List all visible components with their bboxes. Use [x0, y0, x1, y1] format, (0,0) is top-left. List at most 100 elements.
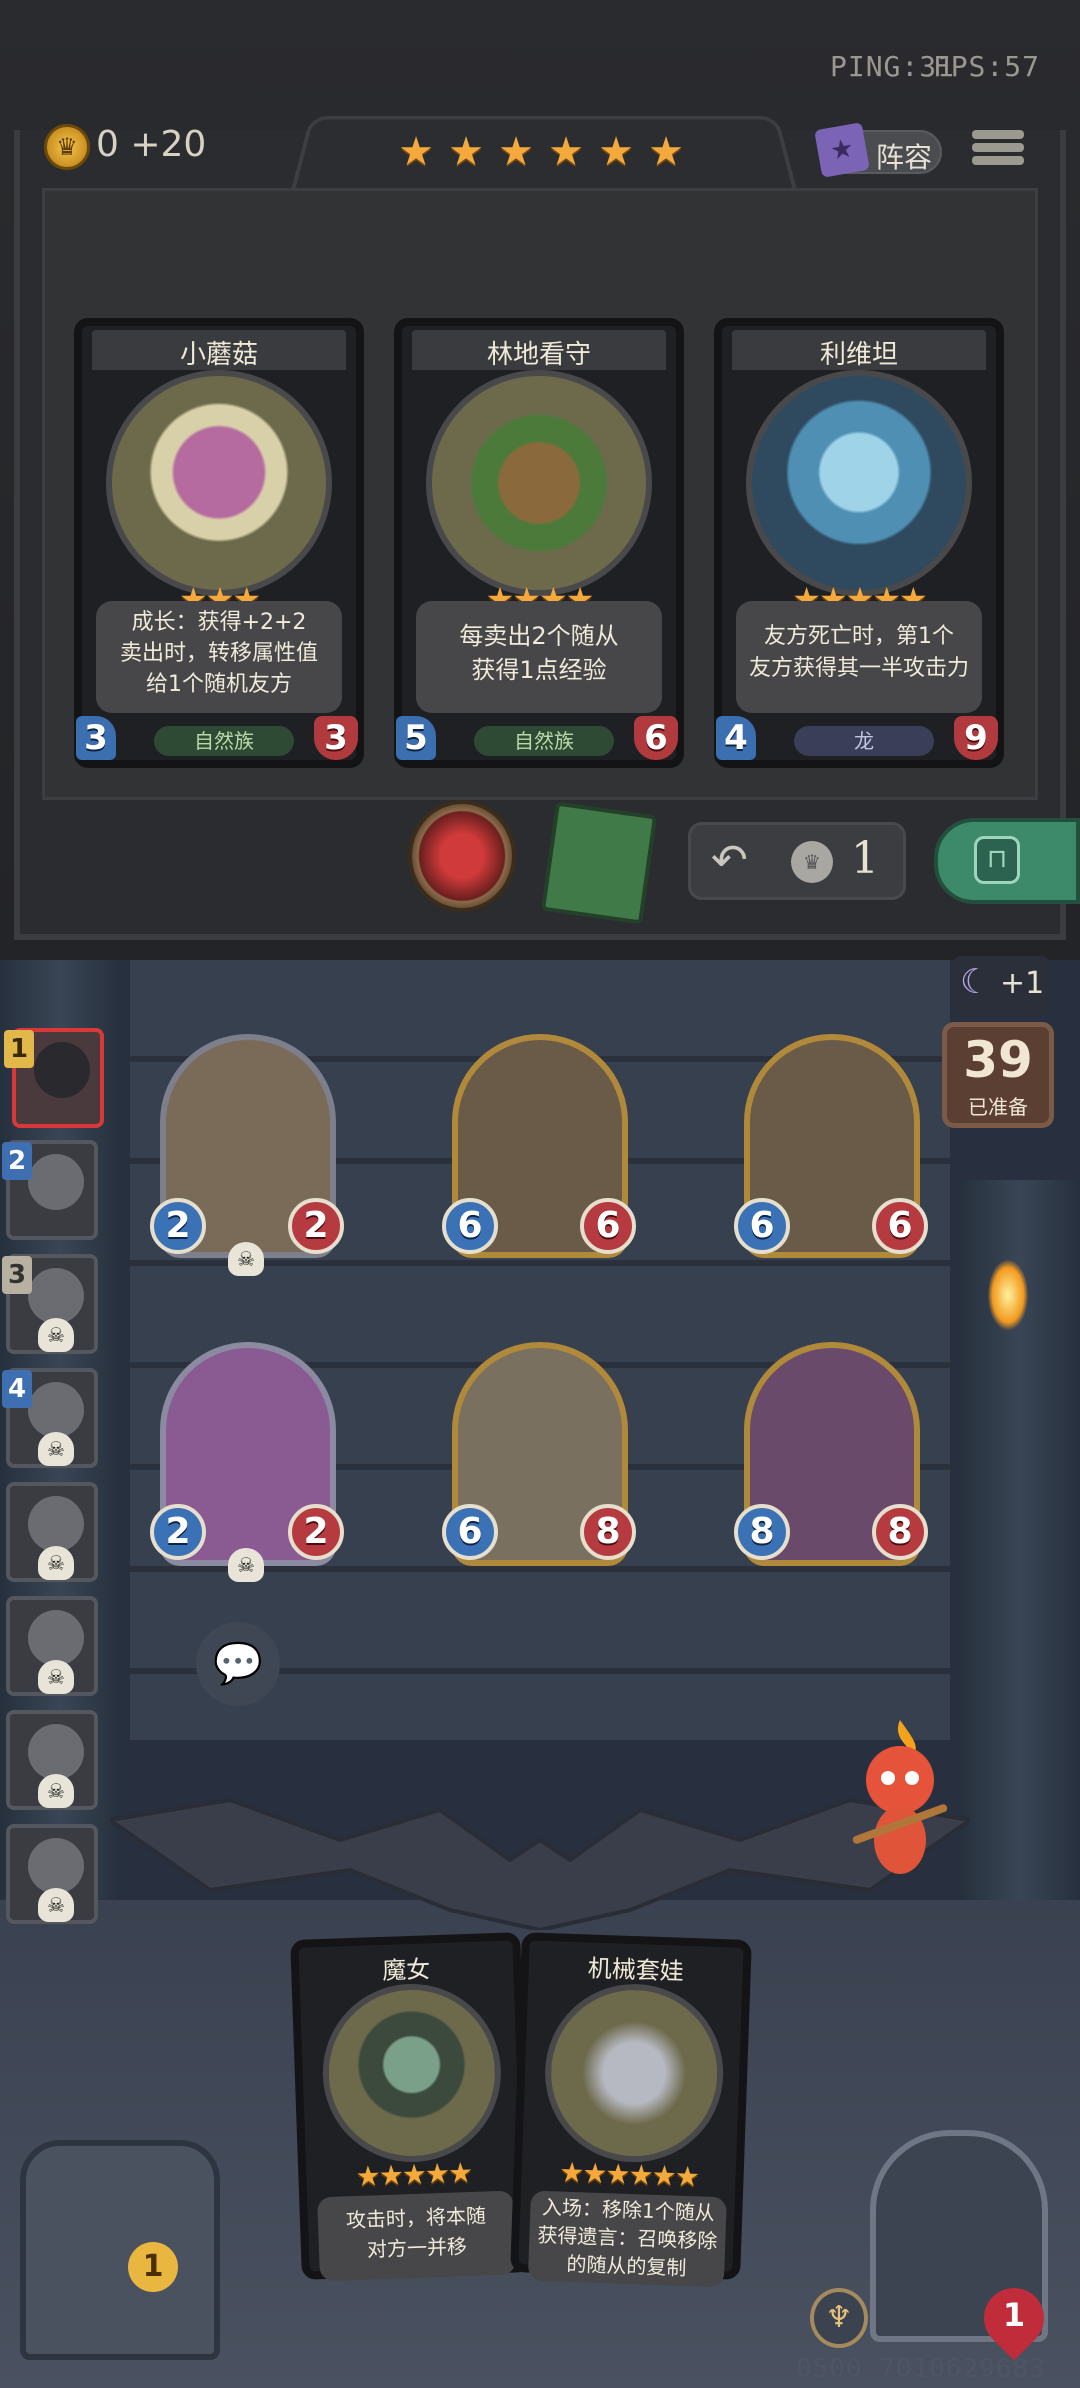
- card-desc-line: 卖出时，转移属性值: [119, 641, 318, 666]
- imp-mascot: [852, 1720, 948, 1874]
- card-stars: ★★★★★: [355, 2155, 472, 2193]
- skull-icon: ☠: [38, 1318, 74, 1352]
- minion-attack: 8: [734, 1504, 790, 1560]
- card-desc-line: 的随从的复制: [566, 2251, 687, 2281]
- card-name: 魔女: [381, 1955, 431, 1985]
- moon-bonus-value: +1: [1000, 966, 1045, 1001]
- roster-avatar: [28, 1268, 84, 1324]
- card-health: 3: [314, 716, 358, 760]
- mushroom-portrait: [106, 370, 332, 596]
- menu-bar: [972, 156, 1024, 165]
- shop-card-woodland-guard[interactable]: 林地看守 ★★★★ 每卖出2个随从 获得1点经验 5 自然族 6: [394, 318, 684, 768]
- minion-health: 8: [872, 1504, 928, 1560]
- tier-star-icon: ★: [498, 129, 534, 175]
- card-desc-line: 每卖出2个随从: [459, 622, 619, 650]
- moon-icon: ☾: [960, 962, 991, 1002]
- refresh-cost: 1: [851, 833, 879, 884]
- card-tribe: 自然族: [154, 726, 294, 756]
- roster-avatar: [28, 1838, 84, 1894]
- lineup-button[interactable]: ★ 阵容: [814, 122, 942, 178]
- silver-coin-icon: ♛: [791, 841, 833, 883]
- hero-power-button[interactable]: ♆: [810, 2288, 868, 2348]
- turn-timer: 39 已准备: [942, 1022, 1054, 1128]
- deathrattle-skull-icon: ☠: [228, 1242, 264, 1276]
- card-description-box: 成长：获得+2+2 卖出时，转移属性值 给1个随机友方: [96, 601, 342, 713]
- refresh-button[interactable]: ↶ ♛ 1: [688, 822, 906, 900]
- shop-card-mushroom[interactable]: 小蘑菇 ★★★ 成长：获得+2+2 卖出时，转移属性值 给1个随机友方 3 自然…: [74, 318, 364, 768]
- tier-star-icon: ★: [398, 129, 434, 175]
- minion-attack: 2: [150, 1504, 206, 1560]
- card-desc-line: 对方一并移: [366, 2234, 468, 2262]
- hand-card-witch[interactable]: 魔女 ★★★★★ 攻击时，将本随 对方一并移: [290, 1932, 532, 2282]
- turn-timer-value: 39: [963, 1031, 1033, 1089]
- card-desc-line: 成长：获得+2+2: [131, 610, 307, 635]
- card-description-box: 攻击时，将本随 对方一并移: [317, 2190, 516, 2282]
- menu-bar: [972, 130, 1024, 139]
- minion-health: 6: [872, 1198, 928, 1254]
- skull-icon: ☠: [38, 1546, 74, 1580]
- tier-star-icon: ★: [648, 129, 684, 175]
- roster-player-5[interactable]: ☠: [6, 1482, 98, 1582]
- leviathan-portrait: [746, 370, 972, 596]
- lock-shop-button[interactable]: ⊓: [934, 818, 1080, 904]
- card-description-box: 友方死亡时，第1个 友方获得其一半攻击力: [736, 601, 982, 713]
- roster-player-7[interactable]: ☠: [6, 1710, 98, 1810]
- card-desc-line: 友方死亡时，第1个: [764, 624, 954, 649]
- tier-star-icon: ★: [448, 129, 484, 175]
- roster-avatar: [28, 1496, 84, 1552]
- card-attack: 3: [76, 716, 116, 760]
- turn-timer-label: 已准备: [968, 1095, 1028, 1119]
- roster-rank-badge: 4: [2, 1370, 32, 1408]
- menu-bar: [972, 143, 1024, 152]
- lineup-label: 阵容: [876, 141, 933, 174]
- card-desc-line: 给1个随机友方: [146, 672, 292, 697]
- shop-card-leviathan[interactable]: 利维坦 ★★★★★ 友方死亡时，第1个 友方获得其一半攻击力 4 龙 9: [714, 318, 1004, 768]
- card-tribe: 龙: [794, 726, 934, 756]
- deathrattle-skull-icon: ☠: [228, 1548, 264, 1582]
- roster-player-8[interactable]: ☠: [6, 1824, 98, 1924]
- tier-star-icon: ★: [548, 129, 584, 175]
- refresh-arrow-icon: ↶: [711, 835, 748, 886]
- roster-avatar: [34, 1042, 90, 1098]
- minion-attack: 6: [442, 1504, 498, 1560]
- card-health: 6: [634, 716, 678, 760]
- skull-icon: ☠: [38, 1774, 74, 1808]
- roster-rank-badge: 3: [2, 1256, 32, 1294]
- spell-book-icon[interactable]: [540, 801, 658, 925]
- roster-avatar: [28, 1724, 84, 1780]
- torch-flame-icon: [988, 1260, 1028, 1330]
- fps-readout: FPS:57: [932, 50, 1040, 83]
- card-desc-line: 友方获得其一半攻击力: [748, 656, 969, 681]
- barrel-gate-button[interactable]: [20, 2140, 220, 2360]
- player-uid: 0500 7010629683: [796, 2354, 1046, 2384]
- barrel-count: 1: [128, 2242, 178, 2292]
- minion-health: 6: [580, 1198, 636, 1254]
- roster-avatar: [28, 1382, 84, 1438]
- card-name: 利维坦: [819, 340, 898, 370]
- pocket-watch-icon[interactable]: [408, 800, 516, 912]
- card-name: 小蘑菇: [179, 340, 258, 370]
- gold-coin-icon: ♛: [44, 124, 90, 170]
- card-desc-line: 获得1点经验: [471, 656, 607, 684]
- lineup-book-icon: ★: [814, 122, 870, 178]
- card-name: 机械套娃: [587, 1954, 685, 1986]
- card-attack: 5: [396, 716, 436, 760]
- witch-portrait: [319, 1980, 504, 2166]
- card-health: 9: [954, 716, 998, 760]
- minion-attack: 6: [734, 1198, 790, 1254]
- hero-health: 1: [1002, 2296, 1026, 2334]
- hand-card-mech-doll[interactable]: 机械套娃 ★★★★★★ 入场：移除1个随从 获得遗言：召唤移除 的随从的复制: [510, 1932, 752, 2288]
- minion-health: 8: [580, 1504, 636, 1560]
- skull-icon: ☠: [38, 1660, 74, 1694]
- menu-button[interactable]: [972, 126, 1024, 176]
- card-stars: ★★★★★★: [558, 2155, 699, 2194]
- roster-rank-badge: 1: [4, 1030, 34, 1068]
- card-description-box: 每卖出2个随从 获得1点经验: [416, 601, 662, 713]
- card-name: 林地看守: [486, 340, 591, 370]
- roster-rank-badge: 2: [2, 1142, 32, 1180]
- card-desc-line: 攻击时，将本随: [345, 2203, 487, 2233]
- chat-button[interactable]: 💬: [196, 1622, 280, 1706]
- roster-avatar: [28, 1610, 84, 1666]
- gold-count: 0 +20: [96, 124, 207, 165]
- roster-player-6[interactable]: ☠: [6, 1596, 98, 1696]
